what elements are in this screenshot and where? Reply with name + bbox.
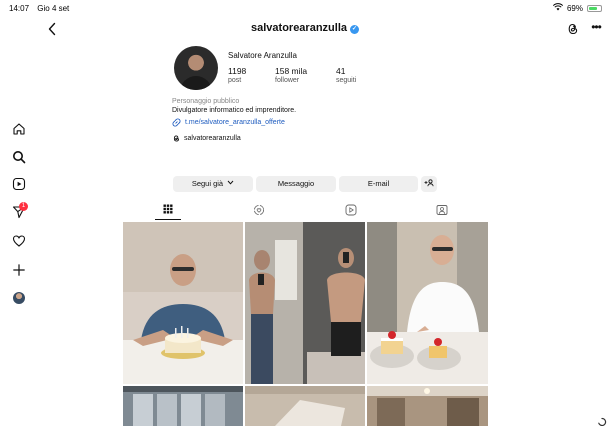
sidebar-item-profile[interactable] <box>8 287 30 309</box>
post-thumbnail-dessert <box>367 222 488 384</box>
stat-posts-value: 1198 <box>228 66 247 76</box>
profile-tabs <box>123 200 488 220</box>
grid-post[interactable] <box>123 386 243 426</box>
battery-fill <box>589 6 597 10</box>
grid-icon <box>163 204 173 214</box>
threads-badge[interactable]: salvatorearanzulla <box>172 134 241 143</box>
sidebar-item-home[interactable] <box>8 118 30 140</box>
threads-logo-icon <box>173 135 179 142</box>
stat-followers-label: follower <box>275 77 300 84</box>
tab-posts[interactable] <box>153 200 183 220</box>
sidebar-item-search[interactable] <box>8 146 30 168</box>
plus-icon <box>13 264 25 276</box>
profile-link[interactable]: t.me/salvatore_aranzulla_offerte <box>172 118 285 127</box>
sidebar-item-reels[interactable] <box>8 173 30 195</box>
stat-following-value: 41 <box>336 66 346 76</box>
message-label: Messaggio <box>277 179 315 188</box>
wifi-icon <box>552 3 564 13</box>
following-label: Segui già <box>191 179 224 188</box>
tagged-icon <box>436 205 448 215</box>
stat-followers[interactable]: 158 mila follower <box>275 66 307 84</box>
status-date: Gio 4 set <box>37 4 70 13</box>
threads-icon <box>568 23 578 35</box>
sidebar-item-create[interactable] <box>8 259 30 281</box>
suggest-accounts-button[interactable] <box>421 176 437 192</box>
stat-following-label: seguiti <box>336 77 357 84</box>
post-thumbnail-cake <box>123 222 243 384</box>
stat-posts[interactable]: 1198 post <box>228 66 246 84</box>
posts-grid <box>123 222 488 426</box>
message-button[interactable]: Messaggio <box>256 176 336 192</box>
status-right: 69% <box>552 3 602 13</box>
link-icon <box>172 118 181 127</box>
email-label: E-mail <box>367 179 390 188</box>
verified-badge-icon: ✓ <box>350 25 359 34</box>
grid-post[interactable] <box>245 222 365 384</box>
email-button[interactable]: E-mail <box>339 176 418 192</box>
post-thumbnail-box <box>245 386 365 426</box>
grid-post[interactable] <box>245 386 365 426</box>
heart-icon <box>12 235 26 247</box>
profile-full-name: Salvatore Aranzulla <box>228 51 297 60</box>
more-options-button[interactable]: ••• <box>588 21 604 37</box>
grid-post[interactable] <box>367 222 488 384</box>
add-person-icon <box>424 179 434 187</box>
sidebar-item-messages[interactable]: 1 <box>8 201 30 223</box>
home-icon <box>13 123 25 135</box>
chevron-down-icon <box>227 180 234 185</box>
post-thumbnail-window <box>123 386 243 426</box>
threads-handle: salvatorearanzulla <box>184 135 241 142</box>
battery-icon <box>587 4 602 12</box>
battery-percent: 69% <box>566 3 583 13</box>
status-bar: 14:07 Gio 4 set 69% <box>0 0 610 16</box>
reels-icon <box>12 177 26 191</box>
profile-link-text: t.me/salvatore_aranzulla_offerte <box>185 119 285 126</box>
profile-picture[interactable] <box>174 46 218 90</box>
threads-button[interactable] <box>565 21 581 37</box>
profile-bio: Divulgatore informatico ed imprenditore. <box>172 107 297 114</box>
post-thumbnail-room <box>367 386 488 426</box>
username-text: salvatorearanzulla <box>251 22 347 34</box>
status-time: 14:07 <box>9 4 30 13</box>
sidebar-item-activity[interactable] <box>8 230 30 252</box>
grid-post[interactable] <box>367 386 488 426</box>
following-button[interactable]: Segui già <box>173 176 253 192</box>
reels-tab-icon <box>345 204 357 216</box>
top-bar: salvatorearanzulla ✓ ••• <box>0 16 610 42</box>
profile-username: salvatorearanzulla ✓ <box>0 22 610 34</box>
status-left: 14:07 Gio 4 set <box>9 4 75 13</box>
search-icon <box>13 151 26 164</box>
profile-avatar <box>13 292 25 304</box>
profile-category: Personaggio pubblico <box>172 98 240 105</box>
tab-collabs[interactable] <box>244 200 274 220</box>
collab-icon <box>253 204 265 216</box>
more-icon: ••• <box>591 20 602 34</box>
stat-posts-label: post <box>228 77 242 84</box>
notification-badge: 1 <box>19 202 28 211</box>
post-thumbnail-mirror <box>245 222 365 384</box>
grid-post[interactable] <box>123 222 243 384</box>
tab-tagged[interactable] <box>427 200 457 220</box>
stat-followers-value: 158 mila <box>275 66 308 76</box>
loading-spinner-icon <box>597 414 607 426</box>
tab-reels[interactable] <box>336 200 366 220</box>
stat-following[interactable]: 41 seguiti <box>336 66 356 84</box>
